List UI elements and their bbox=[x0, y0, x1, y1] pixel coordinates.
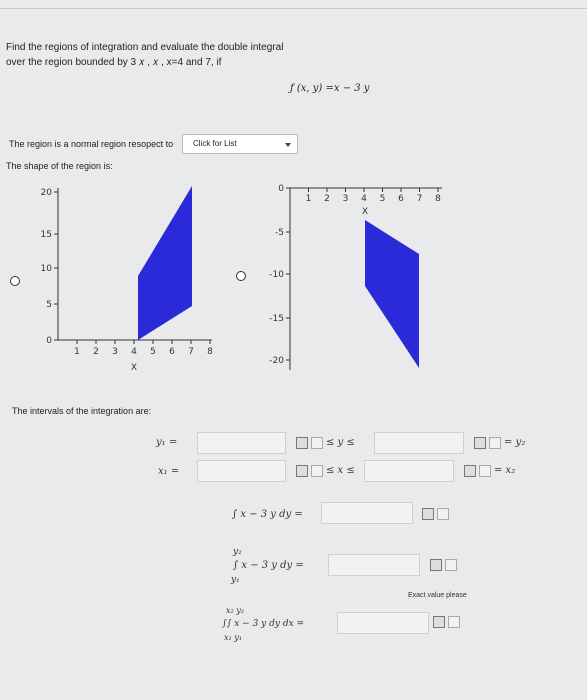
help-icon[interactable] bbox=[489, 437, 501, 449]
chevron-down-icon bbox=[285, 143, 291, 147]
graph-a-x-tick-label: 7 bbox=[188, 347, 194, 357]
region-type-select[interactable]: Click for List bbox=[182, 134, 298, 154]
shape-option-a-radio[interactable] bbox=[10, 276, 20, 286]
graph-b-x-tick-label: 2 bbox=[324, 194, 330, 204]
equation-editor-icon[interactable] bbox=[474, 437, 486, 449]
graph-a-x-tick-label: 1 bbox=[74, 347, 80, 357]
definite-integral-input[interactable] bbox=[328, 554, 420, 576]
double-integral-label: ∫∫ 𝑥 − 3 𝑦 𝑑𝑦 𝑑𝑥 = bbox=[222, 619, 305, 629]
graph-b-y-tick-label: 0 bbox=[278, 184, 284, 194]
graph-a-x-label: X bbox=[131, 363, 137, 373]
definite-upper-limit: 𝑦₂ bbox=[233, 547, 242, 557]
definite-integral-label: ∫ 𝑥 − 3 𝑦 𝑑𝑦 = bbox=[233, 560, 304, 571]
equation-editor-icon[interactable] bbox=[296, 437, 308, 449]
graph-b-x-tick-label: 8 bbox=[435, 194, 441, 204]
y2-input[interactable] bbox=[374, 432, 464, 454]
problem-line-2: over the region bounded by 3 𝑥 , 𝑥 , x=4… bbox=[6, 57, 222, 68]
equation-editor-icon[interactable] bbox=[422, 508, 434, 520]
double-integral-input[interactable] bbox=[337, 612, 429, 634]
graph-a-x-tick-label: 2 bbox=[93, 347, 99, 357]
equation-editor-icon[interactable] bbox=[433, 616, 445, 628]
shape-label: The shape of the region is: bbox=[6, 161, 113, 171]
graph-b-x-tick-label: 7 bbox=[417, 194, 423, 204]
inner-integral-label: ∫ 𝑥 − 3 𝑦 𝑑𝑦 = bbox=[232, 509, 303, 520]
graph-b-x-tick-label: 6 bbox=[398, 194, 404, 204]
double-upper-limits: 𝑥₂ 𝑦₂ bbox=[226, 606, 244, 615]
graph-a-x-tick-label: 8 bbox=[207, 347, 213, 357]
help-icon[interactable] bbox=[448, 616, 460, 628]
help-icon[interactable] bbox=[445, 559, 457, 571]
x1-label: 𝑥₁ = bbox=[158, 466, 180, 477]
graph-b-y-tick-label: -10 bbox=[269, 270, 284, 280]
graph-a-x-tick-label: 5 bbox=[150, 347, 156, 357]
region-type-label: The region is a normal region resopect t… bbox=[9, 139, 174, 149]
x2-label: = 𝑥₂ bbox=[494, 465, 516, 476]
exact-value-note: Exact value please bbox=[408, 592, 467, 599]
graph-b-x-tick-label: 5 bbox=[380, 194, 386, 204]
graph-a-y-tick-label: 5 bbox=[46, 300, 52, 310]
graph-b-y-tick-label: -5 bbox=[275, 228, 284, 238]
graph-a-y-tick-label: 0 bbox=[46, 336, 52, 346]
graph-b-x-tick-label: 3 bbox=[343, 194, 349, 204]
graph-b-x-tick-label: 4 bbox=[361, 194, 367, 204]
help-icon[interactable] bbox=[311, 465, 323, 477]
x-relation: ≤ 𝑥 ≤ bbox=[326, 465, 355, 476]
intervals-label: The intervals of the integration are: bbox=[12, 406, 152, 416]
graph-a-y-tick-label: 15 bbox=[41, 230, 52, 240]
definite-lower-limit: 𝑦₁ bbox=[231, 575, 240, 585]
y2-label: = 𝑦₂ bbox=[504, 437, 526, 448]
x1-input[interactable] bbox=[197, 460, 286, 482]
graph-a-x-tick-label: 4 bbox=[131, 347, 137, 357]
equation-editor-icon[interactable] bbox=[296, 465, 308, 477]
top-divider bbox=[0, 8, 587, 9]
graph-a-x-tick-label: 6 bbox=[169, 347, 175, 357]
y1-input[interactable] bbox=[197, 432, 286, 454]
inner-integral-input[interactable] bbox=[321, 502, 413, 524]
help-icon[interactable] bbox=[479, 465, 491, 477]
help-icon[interactable] bbox=[437, 508, 449, 520]
equation-editor-icon[interactable] bbox=[464, 465, 476, 477]
graph-a-y-tick-label: 20 bbox=[41, 188, 53, 198]
graph-a: 1 2 3 4 5 6 7 8 0 5 10 15 20 X bbox=[41, 186, 213, 373]
y1-label: 𝑦₁ = bbox=[156, 437, 178, 448]
graph-b: 1 2 3 4 5 6 7 8 0 -5 -10 -15 -20 X bbox=[269, 184, 442, 370]
graph-a-y-tick-label: 10 bbox=[41, 264, 53, 274]
y-relation: ≤ 𝑦 ≤ bbox=[326, 437, 355, 448]
graph-a-region bbox=[138, 186, 192, 340]
graph-b-y-tick-label: -20 bbox=[269, 356, 284, 366]
graph-b-x-label: X bbox=[362, 207, 368, 217]
equation-editor-icon[interactable] bbox=[430, 559, 442, 571]
region-type-select-value: Click for List bbox=[193, 139, 237, 148]
graph-a-x-tick-label: 3 bbox=[112, 347, 118, 357]
graph-b-region bbox=[365, 220, 419, 368]
shape-option-b-radio[interactable] bbox=[236, 271, 246, 281]
x2-input[interactable] bbox=[364, 460, 454, 482]
function-definition: ƒ (𝑥, 𝑦) =𝑥 − 3 𝑦 bbox=[290, 83, 370, 94]
double-lower-limits: 𝑥₁ 𝑦₁ bbox=[224, 633, 242, 642]
graph-b-x-tick-label: 1 bbox=[306, 194, 312, 204]
graph-b-y-tick-label: -15 bbox=[269, 314, 284, 324]
problem-line-1: Find the regions of integration and eval… bbox=[6, 42, 284, 53]
help-icon[interactable] bbox=[311, 437, 323, 449]
